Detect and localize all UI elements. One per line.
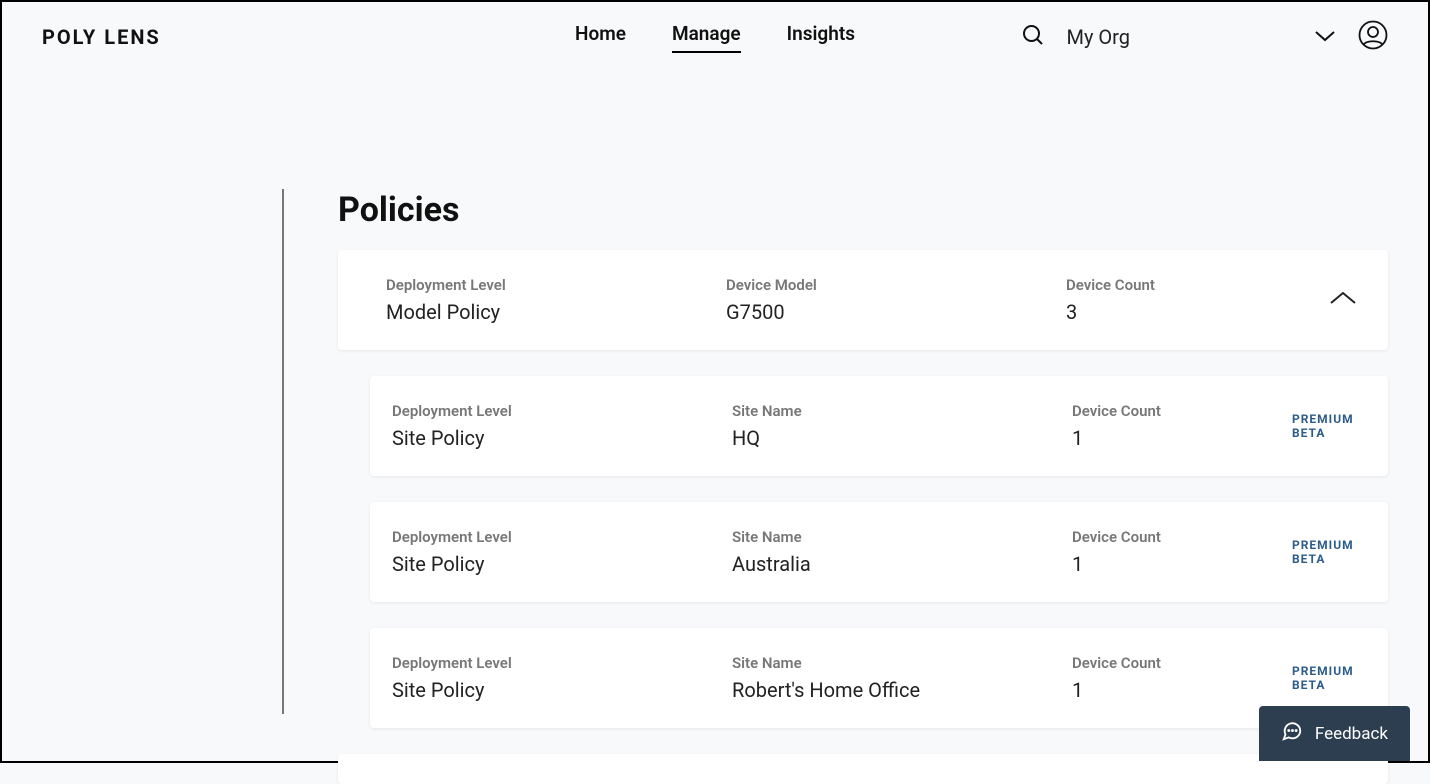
chevron-up-icon (1328, 289, 1358, 311)
label-site-name: Site Name (732, 528, 1072, 546)
field-site-name: Site Name Australia (732, 528, 1072, 576)
main-nav: Home Manage Insights (575, 22, 855, 53)
header-right: My Org (1021, 20, 1388, 54)
policy-row-child[interactable]: Deployment Level Site Policy Site Name A… (370, 502, 1388, 602)
field-site-name: Site Name HQ (732, 402, 1072, 450)
feedback-label: Feedback (1315, 724, 1388, 744)
value-deployment-level: Site Policy (392, 678, 732, 702)
policy-row-child[interactable]: Deployment Level Site Policy Site Name R… (370, 628, 1388, 728)
value-device-model: G7500 (726, 300, 1066, 324)
premium-beta-badge: PREMIUM BETA (1292, 538, 1358, 566)
value-site-name: Robert's Home Office (732, 678, 1072, 702)
value-device-count: 3 (1066, 300, 1286, 324)
app-header: POLY LENS Home Manage Insights My Org (2, 2, 1428, 72)
avatar-icon[interactable] (1358, 20, 1388, 54)
field-device-count: Device Count 1 (1072, 654, 1292, 702)
value-site-name: Australia (732, 552, 1072, 576)
page-title: Policies (338, 190, 1408, 230)
main-content: Policies Deployment Level Model Policy D… (2, 72, 1428, 784)
premium-beta-badge: PREMIUM BETA (1292, 664, 1358, 692)
nav-manage[interactable]: Manage (672, 22, 741, 53)
value-device-count: 1 (1072, 552, 1292, 576)
value-site-name: HQ (732, 426, 1072, 450)
field-site-name: Site Name Robert's Home Office (732, 654, 1072, 702)
label-deployment-level: Deployment Level (392, 654, 732, 672)
label-deployment-level: Deployment Level (392, 528, 732, 546)
chat-icon (1281, 720, 1303, 747)
app-logo: POLY LENS (42, 25, 161, 49)
field-deployment-level: Deployment Level Site Policy (392, 528, 732, 576)
field-deployment-level: Deployment Level Site Policy (392, 402, 732, 450)
feedback-button[interactable]: Feedback (1259, 706, 1410, 761)
field-device-model: Device Model G7500 (726, 276, 1066, 324)
value-deployment-level: Site Policy (392, 426, 732, 450)
field-device-count: Device Count 1 (1072, 528, 1292, 576)
label-deployment-level: Deployment Level (392, 402, 732, 420)
org-label: My Org (1067, 25, 1130, 49)
premium-beta-badge: PREMIUM BETA (1292, 412, 1358, 440)
label-device-count: Device Count (1072, 654, 1292, 672)
label-site-name: Site Name (732, 654, 1072, 672)
value-deployment-level: Model Policy (386, 300, 726, 324)
row-badge: PREMIUM BETA (1292, 412, 1358, 440)
field-device-count: Device Count 3 (1066, 276, 1286, 324)
value-device-count: 1 (1072, 678, 1292, 702)
row-badge: PREMIUM BETA (1292, 538, 1358, 566)
chevron-down-icon[interactable] (1314, 28, 1336, 47)
policy-row-child[interactable]: Deployment Level Site Policy Site Name H… (370, 376, 1388, 476)
field-deployment-level: Deployment Level Site Policy (392, 654, 732, 702)
nav-insights[interactable]: Insights (787, 22, 855, 53)
row-badge: PREMIUM BETA (1292, 664, 1358, 692)
label-device-count: Device Count (1066, 276, 1286, 294)
policy-row-partial[interactable] (338, 754, 1388, 784)
label-deployment-level: Deployment Level (386, 276, 726, 294)
field-device-count: Device Count 1 (1072, 402, 1292, 450)
divider-vertical (282, 189, 284, 714)
field-deployment-level: Deployment Level Model Policy (386, 276, 726, 324)
label-device-count: Device Count (1072, 528, 1292, 546)
value-device-count: 1 (1072, 426, 1292, 450)
policy-row-parent[interactable]: Deployment Level Model Policy Device Mod… (338, 250, 1388, 350)
value-deployment-level: Site Policy (392, 552, 732, 576)
label-device-count: Device Count (1072, 402, 1292, 420)
label-site-name: Site Name (732, 402, 1072, 420)
nav-home[interactable]: Home (575, 22, 626, 53)
row-toggle[interactable] (1328, 289, 1358, 311)
search-icon[interactable] (1021, 23, 1045, 51)
label-device-model: Device Model (726, 276, 1066, 294)
